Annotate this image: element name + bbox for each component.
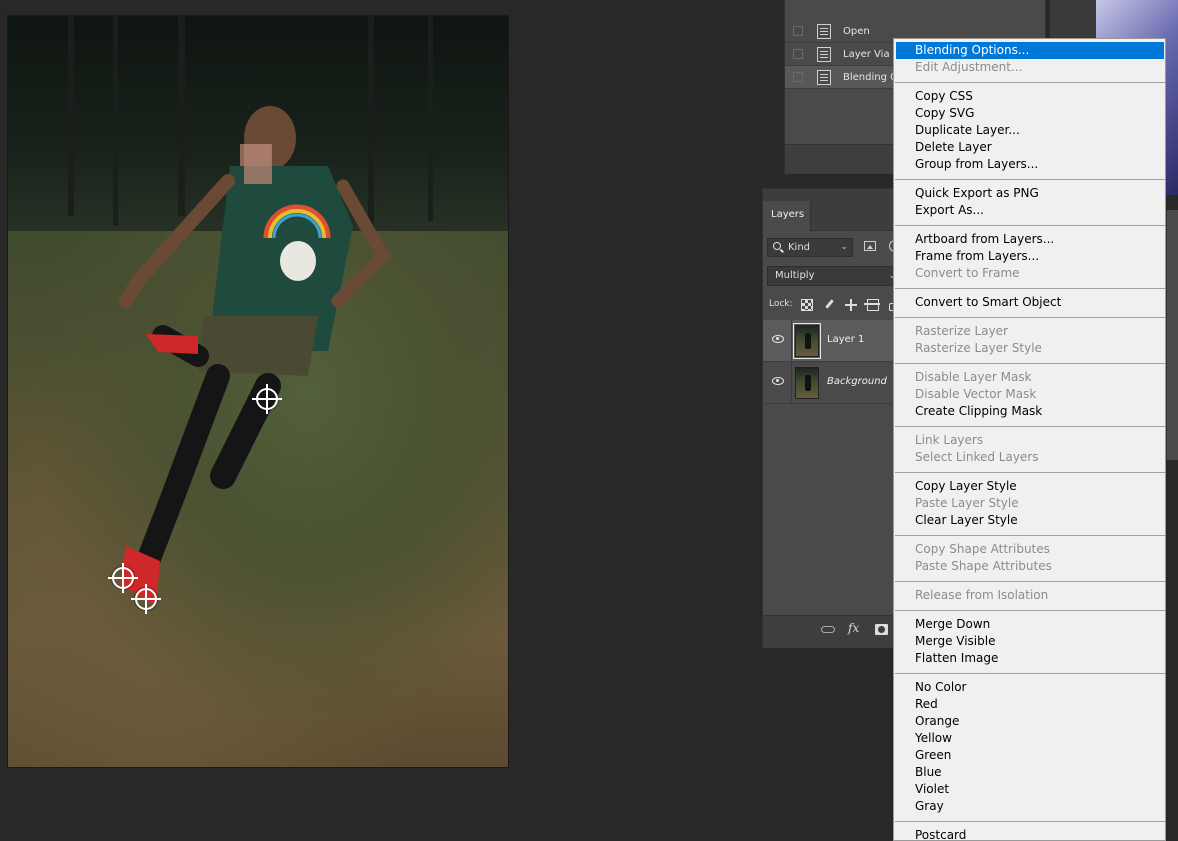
menu-separator [895, 317, 1165, 318]
menu-item-violet[interactable]: Violet [896, 781, 1164, 798]
menu-item-convert-to-smart-object[interactable]: Convert to Smart Object [896, 294, 1164, 311]
menu-separator [895, 288, 1165, 289]
document-icon [817, 24, 831, 39]
search-icon [773, 242, 781, 250]
layer-name[interactable]: Background [827, 376, 887, 387]
menu-item-paste-layer-style: Paste Layer Style [915, 496, 1019, 510]
menu-separator [895, 363, 1165, 364]
menu-item-delete-layer[interactable]: Delete Layer [896, 139, 1164, 156]
menu-item-flatten-image[interactable]: Flatten Image [896, 650, 1164, 667]
menu-item-merge-visible[interactable]: Merge Visible [896, 633, 1164, 650]
menu-separator [895, 535, 1165, 536]
menu-item-copy-shape-attributes: Copy Shape Attributes [915, 542, 1050, 556]
lock-transparent-pixels-icon[interactable] [801, 299, 813, 311]
menu-separator [895, 610, 1165, 611]
menu-item-paste-shape-attributes: Paste Shape Attributes [915, 559, 1052, 573]
menu-item-export-as[interactable]: Export As... [896, 202, 1164, 219]
menu-item-frame-from-layers[interactable]: Frame from Layers... [896, 248, 1164, 265]
lock-position-icon[interactable] [845, 299, 857, 311]
canvas-photo[interactable] [8, 16, 508, 767]
lock-artboard-icon[interactable] [864, 299, 880, 311]
history-checkbox[interactable] [793, 49, 803, 59]
menu-item-duplicate-layer[interactable]: Duplicate Layer... [896, 122, 1164, 139]
filter-kind-dropdown[interactable]: Kind ⌄ [767, 238, 853, 257]
menu-item-disable-vector-mask: Disable Vector Mask [915, 387, 1037, 401]
menu-item-blending-options[interactable]: Blending Options... [896, 42, 1164, 59]
menu-item-orange[interactable]: Orange [896, 713, 1164, 730]
menu-item-copy-css[interactable]: Copy CSS [896, 88, 1164, 105]
menu-item-edit-adjustment: Edit Adjustment... [915, 60, 1023, 74]
history-checkbox[interactable] [793, 26, 803, 36]
menu-item-rasterize-layer-style: Rasterize Layer Style [915, 341, 1042, 355]
menu-separator [895, 82, 1165, 83]
layers-tabbar: Layers [763, 189, 903, 232]
menu-item-select-linked-layers: Select Linked Layers [915, 450, 1039, 464]
menu-item-group-from-layers[interactable]: Group from Layers... [896, 156, 1164, 173]
divider [791, 320, 792, 362]
lock-row: Lock: [763, 293, 903, 315]
document-icon [817, 70, 831, 85]
fx-icon[interactable]: fx [848, 621, 859, 635]
filter-kind-label: Kind [788, 242, 811, 253]
menu-item-red[interactable]: Red [896, 696, 1164, 713]
tab-layers[interactable]: Layers [763, 201, 811, 232]
menu-item-link-layers: Link Layers [915, 433, 984, 447]
layer-name[interactable]: Layer 1 [827, 334, 864, 345]
puppet-pin-marker[interactable] [252, 384, 282, 414]
menu-separator [895, 472, 1165, 473]
link-layers-icon[interactable] [821, 626, 835, 633]
menu-item-merge-down[interactable]: Merge Down [896, 616, 1164, 633]
blend-mode-label: Multiply [775, 270, 815, 281]
image-filter-icon[interactable] [864, 241, 876, 251]
menu-item-yellow[interactable]: Yellow [896, 730, 1164, 747]
layer-thumbnail[interactable] [793, 323, 821, 359]
layer-thumbnail[interactable] [795, 367, 819, 399]
menu-item-copy-svg[interactable]: Copy SVG [896, 105, 1164, 122]
menu-separator [895, 179, 1165, 180]
menu-item-no-color[interactable]: No Color [896, 679, 1164, 696]
properties-panel-fragment [1166, 210, 1178, 460]
menu-separator [895, 821, 1165, 822]
document-icon [817, 47, 831, 62]
divider [791, 362, 792, 404]
add-mask-icon[interactable] [875, 624, 888, 635]
menu-item-create-clipping-mask[interactable]: Create Clipping Mask [896, 403, 1164, 420]
menu-separator [895, 581, 1165, 582]
menu-item-release-from-isolation: Release from Isolation [915, 588, 1049, 602]
menu-separator [895, 673, 1165, 674]
menu-item-postcard[interactable]: Postcard [896, 827, 1164, 840]
menu-separator [895, 225, 1165, 226]
menu-item-blue[interactable]: Blue [896, 764, 1164, 781]
menu-item-gray[interactable]: Gray [896, 798, 1164, 815]
puppet-pin-marker[interactable] [108, 563, 138, 593]
menu-item-copy-layer-style[interactable]: Copy Layer Style [896, 478, 1164, 495]
lock-label: Lock: [769, 299, 793, 309]
menu-item-artboard-from-layers[interactable]: Artboard from Layers... [896, 231, 1164, 248]
menu-item-rasterize-layer: Rasterize Layer [915, 324, 1008, 338]
menu-item-convert-to-frame: Convert to Frame [915, 266, 1020, 280]
blend-mode-dropdown[interactable]: Multiply ⌄ [767, 266, 901, 286]
puppet-pin-marker[interactable] [131, 584, 161, 614]
layer-row[interactable]: Layer 1 [763, 320, 903, 362]
menu-item-clear-layer-style[interactable]: Clear Layer Style [896, 512, 1164, 529]
menu-item-green[interactable]: Green [896, 747, 1164, 764]
history-checkbox[interactable] [793, 72, 803, 82]
menu-item-quick-export-as-png[interactable]: Quick Export as PNG [896, 185, 1164, 202]
menu-item-disable-layer-mask: Disable Layer Mask [915, 370, 1032, 384]
visibility-eye-icon[interactable] [772, 335, 784, 343]
layers-footer: fx [763, 615, 903, 648]
lock-image-pixels-icon[interactable] [823, 299, 835, 311]
menu-separator [895, 426, 1165, 427]
layers-panel: Layers Kind ⌄ Multiply ⌄ Lock: Layer 1 B… [762, 188, 903, 648]
layer-context-menu: Blending Options... Edit Adjustment... Cop… [893, 38, 1166, 841]
chevron-down-icon: ⌄ [840, 242, 848, 252]
visibility-eye-icon[interactable] [772, 377, 784, 385]
layer-row[interactable]: Background [763, 362, 903, 404]
